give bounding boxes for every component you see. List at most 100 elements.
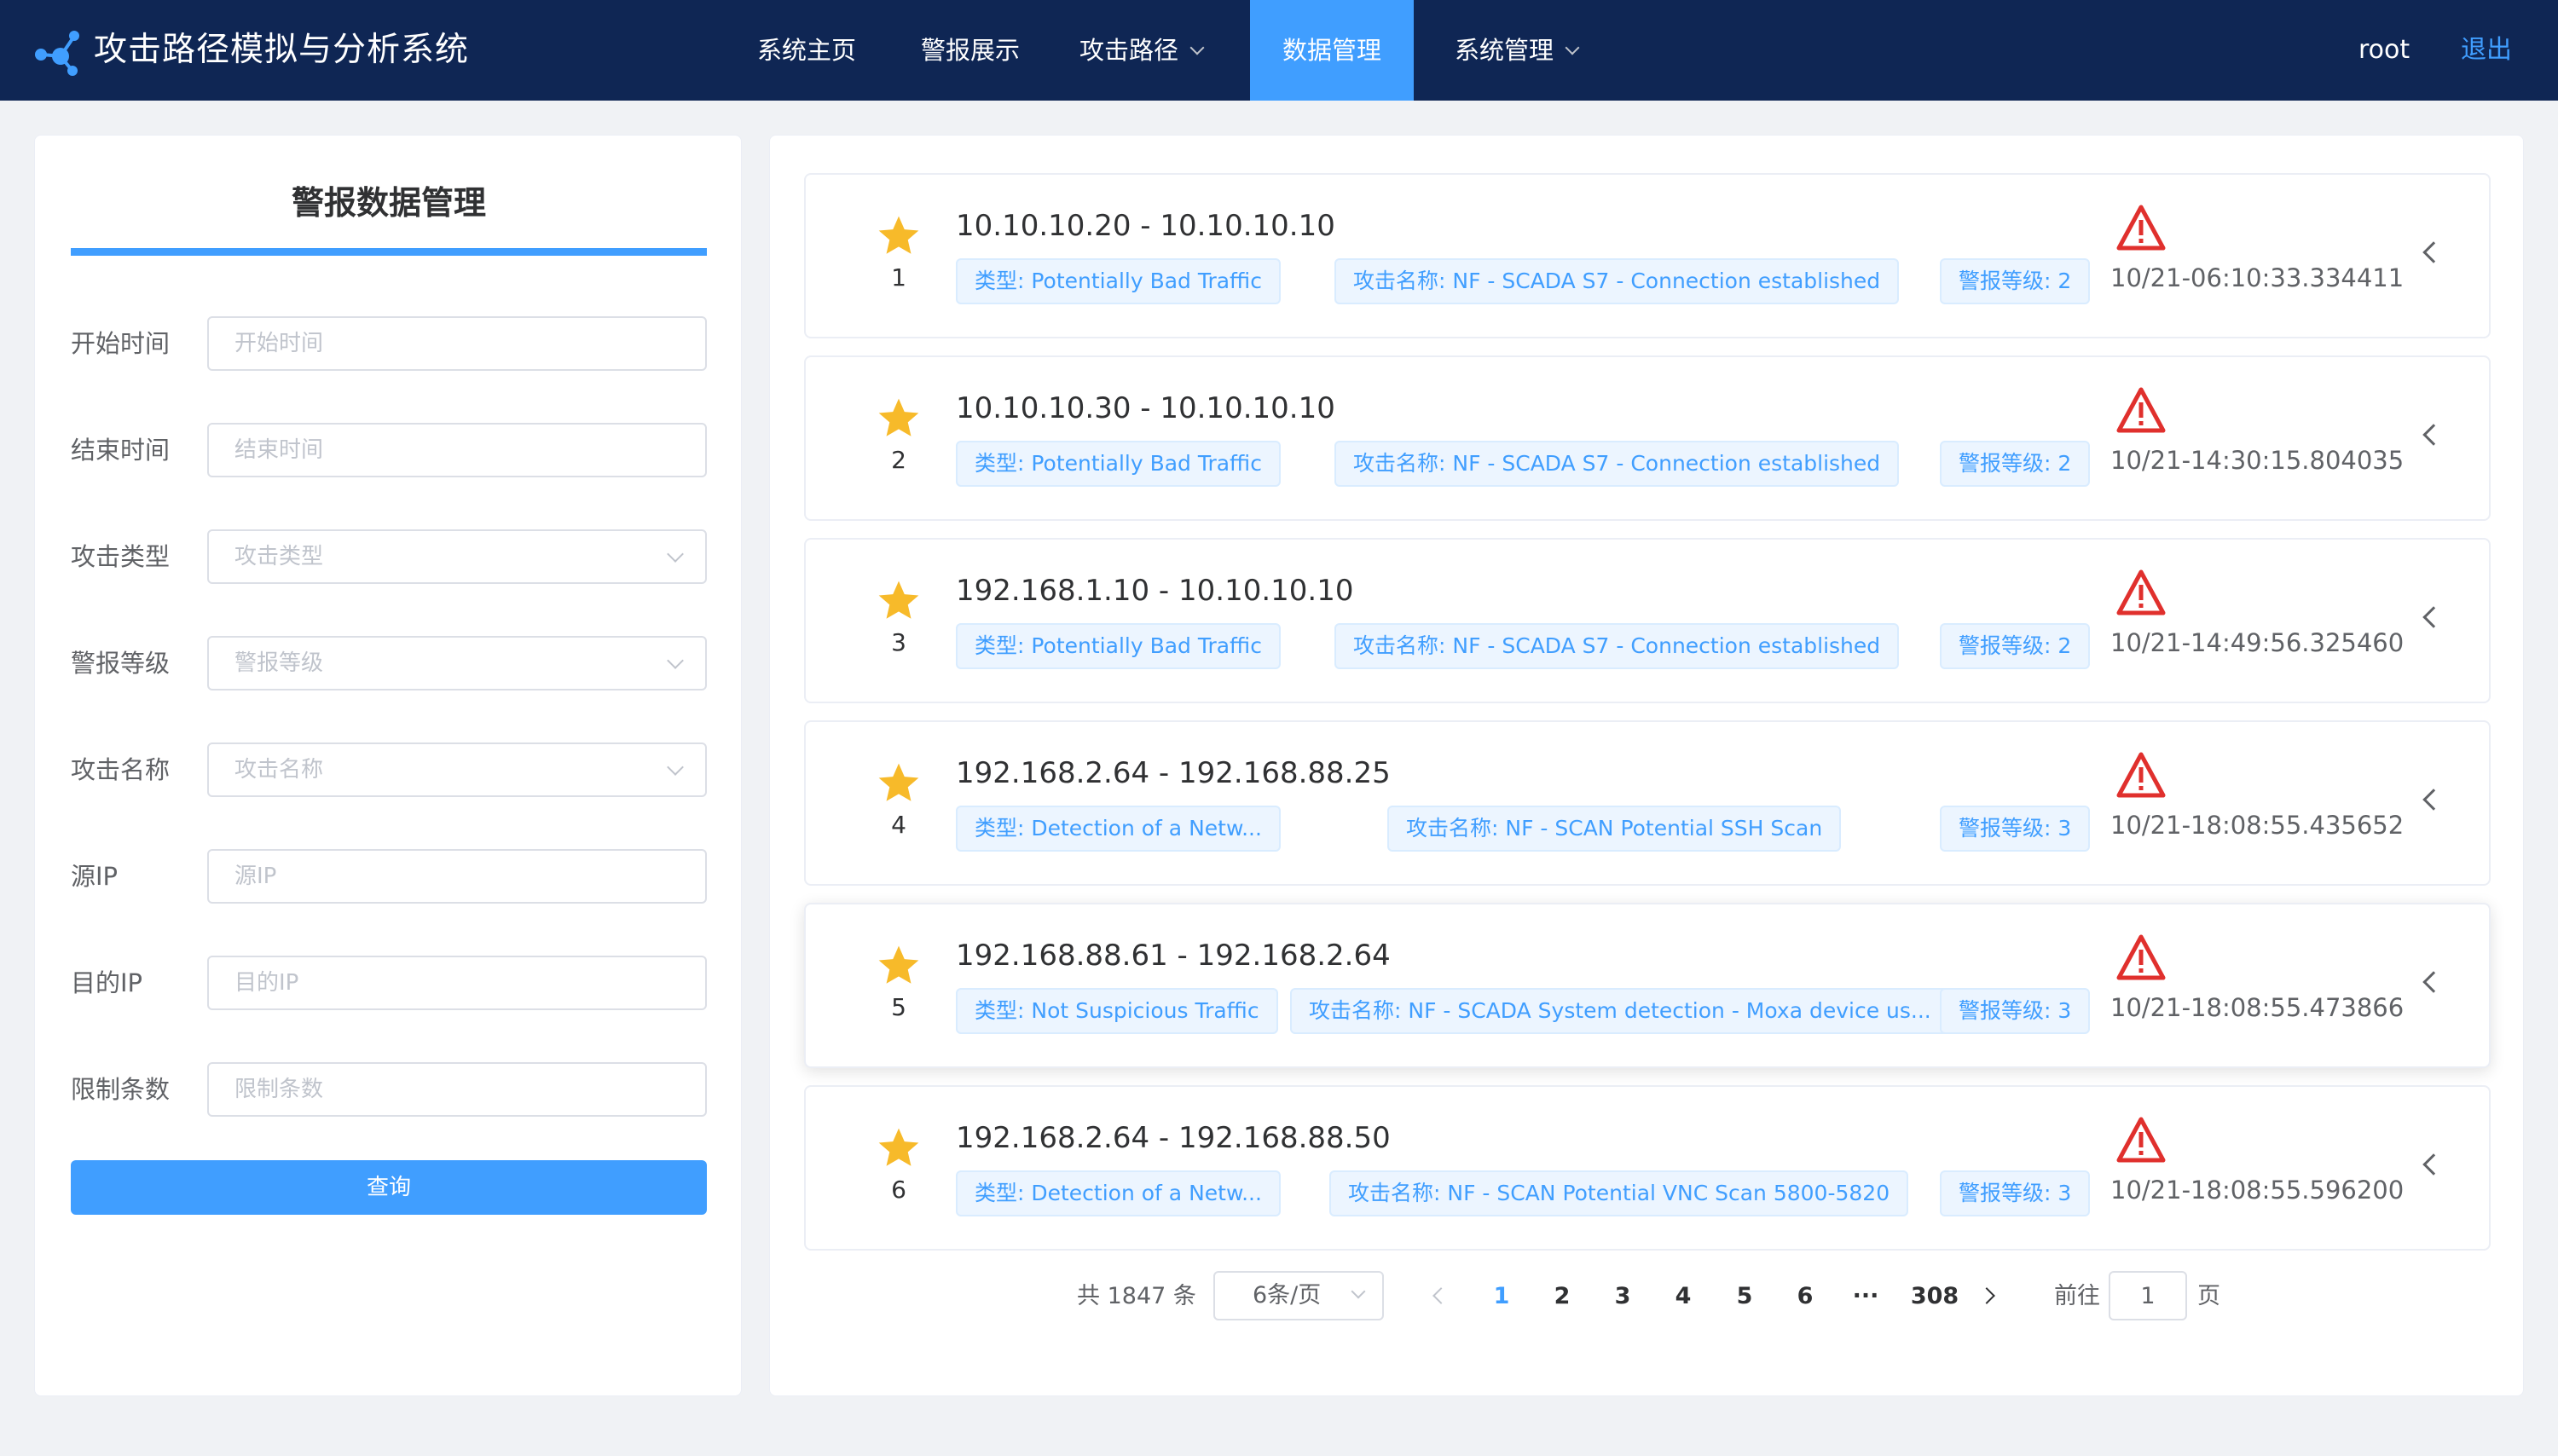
source-ip-label: 源IP [71, 862, 119, 891]
alert-level-tag: 警报等级: 2 [1940, 441, 2091, 487]
attack-type-tag: 类型: Potentially Bad Traffic [956, 441, 1281, 487]
pagination: 共 1847 条 6条/页 1 2 3 4 5 6 ··· 308 前往 页 [770, 1271, 2525, 1322]
form-row-attack-type: 攻击类型 [35, 529, 743, 584]
alert-level-tag: 警报等级: 3 [1940, 988, 2091, 1034]
more-pages-icon[interactable]: ··· [1840, 1271, 1891, 1322]
warning-icon [2116, 1117, 2166, 1163]
form-row-attack-name: 攻击名称 [35, 742, 743, 797]
attack-name-tag: 攻击名称: NF - SCADA S7 - Connection establi… [1334, 623, 1900, 669]
chevron-down-icon [1565, 40, 1580, 55]
page-number[interactable]: 2 [1537, 1271, 1588, 1322]
star-icon [878, 763, 919, 801]
end-time-input[interactable] [209, 425, 705, 476]
nav-label: 警报展示 [920, 36, 1020, 65]
alert-timestamp: 10/21-06:10:33.334411 [2110, 263, 2405, 292]
page-number[interactable]: 308 [1901, 1271, 1969, 1322]
chevron-left-icon[interactable] [2422, 606, 2445, 628]
alert-timestamp: 10/21-18:08:55.435652 [2110, 811, 2405, 840]
page-number[interactable]: 3 [1597, 1271, 1648, 1322]
nav-item-alerts[interactable]: 警报展示 [887, 0, 1054, 101]
attack-type-tag: 类型: Potentially Bad Traffic [956, 623, 1281, 669]
goto-label: 前往 [2054, 1283, 2100, 1309]
form-row-end-time: 结束时间 [35, 423, 743, 477]
page-number[interactable]: 6 [1780, 1271, 1831, 1322]
warning-icon [2116, 934, 2166, 980]
alert-level-tag: 警报等级: 3 [1940, 1170, 2091, 1216]
chevron-left-icon[interactable] [2422, 789, 2445, 811]
alert-index: 5 [891, 993, 906, 1021]
goto-page-input[interactable] [2110, 1273, 2185, 1319]
alert-level-tag: 警报等级: 3 [1940, 806, 2091, 852]
attack-name-label: 攻击名称 [71, 755, 171, 784]
page-number[interactable]: 4 [1658, 1271, 1709, 1322]
warning-icon [2116, 387, 2166, 433]
source-ip-field[interactable] [207, 849, 707, 904]
alert-ip-pair: 192.168.2.64 - 192.168.88.25 [956, 756, 1391, 790]
alert-ip-pair: 192.168.1.10 - 10.10.10.10 [956, 574, 1354, 608]
end-time-label: 结束时间 [71, 436, 171, 465]
query-button[interactable]: 查询 [71, 1160, 707, 1215]
user-name: root [2358, 35, 2410, 65]
alert-card[interactable]: 5 192.168.88.61 - 192.168.2.64 类型: Not S… [804, 903, 2491, 1068]
warning-icon [2116, 205, 2166, 251]
star-icon [878, 216, 919, 254]
filter-panel: 警报数据管理 开始时间 结束时间 攻击类型 警报等级 攻击名称 [34, 135, 742, 1396]
attack-type-tag: 类型: Detection of a Netw... [956, 1170, 1281, 1216]
attack-name-tag: 攻击名称: NF - SCAN Potential VNC Scan 5800-… [1329, 1170, 1909, 1216]
end-time-field[interactable] [207, 423, 707, 477]
form-row-limit: 限制条数 [35, 1062, 743, 1117]
nav-item-data-management[interactable]: 数据管理 [1250, 0, 1414, 101]
form-row-dest-ip: 目的IP [35, 956, 743, 1010]
page-size-value: 6条/页 [1253, 1282, 1322, 1309]
nav-item-home[interactable]: 系统主页 [726, 0, 887, 101]
alert-card[interactable]: 1 10.10.10.20 - 10.10.10.10 类型: Potentia… [804, 173, 2491, 338]
alert-ip-pair: 192.168.88.61 - 192.168.2.64 [956, 939, 1391, 973]
start-time-input[interactable] [209, 318, 705, 369]
warning-icon [2116, 752, 2166, 798]
alert-level-select[interactable] [207, 636, 707, 690]
form-row-alert-level: 警报等级 [35, 636, 743, 690]
dest-ip-input[interactable] [209, 957, 705, 1008]
alert-level-tag: 警报等级: 2 [1940, 258, 2091, 304]
alert-card[interactable]: 4 192.168.2.64 - 192.168.88.25 类型: Detec… [804, 720, 2491, 886]
alert-index: 3 [891, 628, 906, 656]
goto-page-field[interactable] [2109, 1271, 2187, 1320]
chevron-left-icon[interactable] [2422, 1153, 2445, 1176]
dest-ip-field[interactable] [207, 956, 707, 1010]
nav-label: 数据管理 [1282, 36, 1381, 65]
alert-index: 4 [891, 811, 906, 839]
chevron-left-icon[interactable] [2422, 241, 2445, 263]
nav-label: 系统管理 [1454, 36, 1554, 65]
alert-card[interactable]: 6 192.168.2.64 - 192.168.88.50 类型: Detec… [804, 1085, 2491, 1251]
chevron-left-icon[interactable] [2422, 971, 2445, 993]
limit-label: 限制条数 [71, 1075, 171, 1104]
attack-name-input[interactable] [209, 744, 705, 795]
star-icon [878, 945, 919, 984]
alert-card[interactable]: 3 192.168.1.10 - 10.10.10.10 类型: Potenti… [804, 538, 2491, 703]
next-page-icon[interactable] [1978, 1287, 1995, 1304]
alert-timestamp: 10/21-18:08:55.473866 [2110, 993, 2405, 1022]
attack-type-tag: 类型: Not Suspicious Traffic [956, 988, 1278, 1034]
attack-type-tag: 类型: Detection of a Netw... [956, 806, 1281, 852]
logout-link[interactable]: 退出 [2461, 31, 2512, 70]
nav-item-attack-path[interactable]: 攻击路径 [1057, 0, 1224, 101]
attack-type-select[interactable] [207, 529, 707, 584]
chevron-left-icon[interactable] [2422, 424, 2445, 446]
page-size-select[interactable]: 6条/页 [1213, 1271, 1384, 1320]
alert-card[interactable]: 2 10.10.10.30 - 10.10.10.10 类型: Potentia… [804, 355, 2491, 521]
prev-page-icon[interactable] [1432, 1287, 1450, 1304]
dest-ip-label: 目的IP [71, 968, 143, 997]
nav-item-system-management[interactable]: 系统管理 [1432, 0, 1600, 101]
source-ip-input[interactable] [209, 851, 705, 902]
network-nodes-icon [35, 31, 79, 76]
limit-input[interactable] [209, 1064, 705, 1115]
limit-field[interactable] [207, 1062, 707, 1117]
page-number[interactable]: 5 [1719, 1271, 1770, 1322]
alert-level-input[interactable] [209, 638, 705, 689]
attack-type-input[interactable] [209, 531, 705, 582]
page-number[interactable]: 1 [1476, 1271, 1527, 1322]
total-count: 共 1847 条 [1077, 1283, 1196, 1309]
panel-title: 警报数据管理 [291, 184, 486, 222]
start-time-field[interactable] [207, 316, 707, 371]
attack-name-select[interactable] [207, 742, 707, 797]
